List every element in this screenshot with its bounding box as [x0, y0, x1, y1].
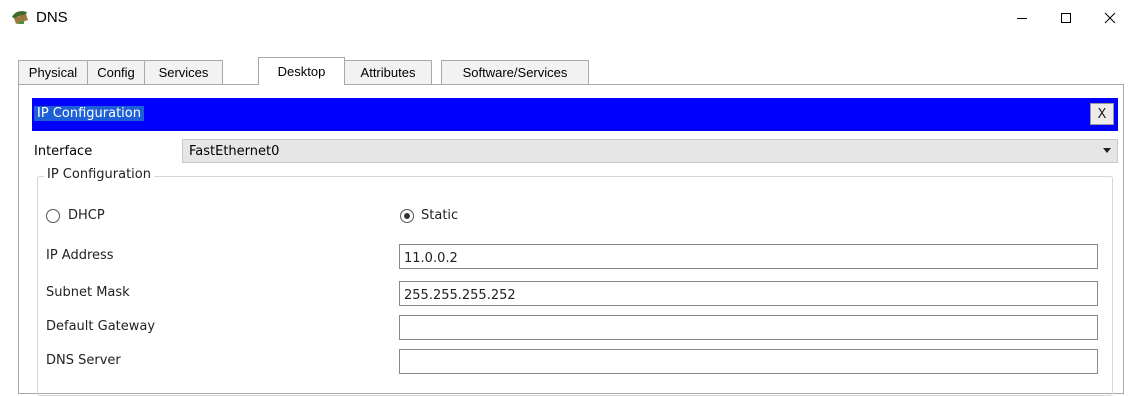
window-titlebar: DNS [0, 0, 1132, 36]
maximize-button[interactable] [1044, 0, 1088, 36]
subnet-mask-label: Subnet Mask [46, 285, 130, 300]
chevron-down-icon [1103, 148, 1111, 153]
dns-server-label: DNS Server [46, 353, 121, 368]
close-window-button[interactable] [1088, 0, 1132, 36]
ip-address-input[interactable] [399, 244, 1098, 269]
ip-configuration-group-legend: IP Configuration [44, 167, 154, 182]
tab-physical[interactable]: Physical [18, 60, 88, 84]
interface-select[interactable]: FastEthernet0 [182, 139, 1118, 163]
ip-configuration-title: IP Configuration [34, 106, 144, 121]
minimize-button[interactable] [1000, 0, 1044, 36]
tab-services[interactable]: Services [144, 60, 223, 84]
tab-attributes[interactable]: Attributes [344, 60, 432, 84]
static-radio[interactable] [400, 209, 414, 223]
ip-configuration-header: IP Configuration X [32, 98, 1118, 131]
default-gateway-input[interactable] [399, 315, 1098, 340]
interface-select-value: FastEthernet0 [189, 144, 280, 159]
default-gateway-label: Default Gateway [46, 319, 156, 334]
maximize-icon [1061, 13, 1071, 23]
dns-server-input[interactable] [399, 349, 1098, 374]
interface-label: Interface [34, 144, 93, 159]
subnet-mask-input[interactable] [399, 281, 1098, 306]
tab-bar: Physical Config Services Desktop Attribu… [18, 57, 1124, 85]
close-icon [1104, 12, 1116, 24]
static-label[interactable]: Static [421, 208, 458, 223]
minimize-icon [1017, 18, 1027, 19]
window-title: DNS [36, 9, 68, 26]
tab-config[interactable]: Config [87, 60, 145, 84]
tab-desktop[interactable]: Desktop [258, 57, 345, 85]
dhcp-radio[interactable] [46, 209, 60, 223]
router-device-icon [10, 8, 30, 28]
ip-address-label: IP Address [46, 248, 114, 263]
interface-row: Interface FastEthernet0 [32, 137, 1118, 165]
tab-software-services[interactable]: Software/Services [441, 60, 589, 84]
close-ip-configuration-button[interactable]: X [1090, 103, 1114, 125]
dhcp-label[interactable]: DHCP [68, 208, 105, 223]
